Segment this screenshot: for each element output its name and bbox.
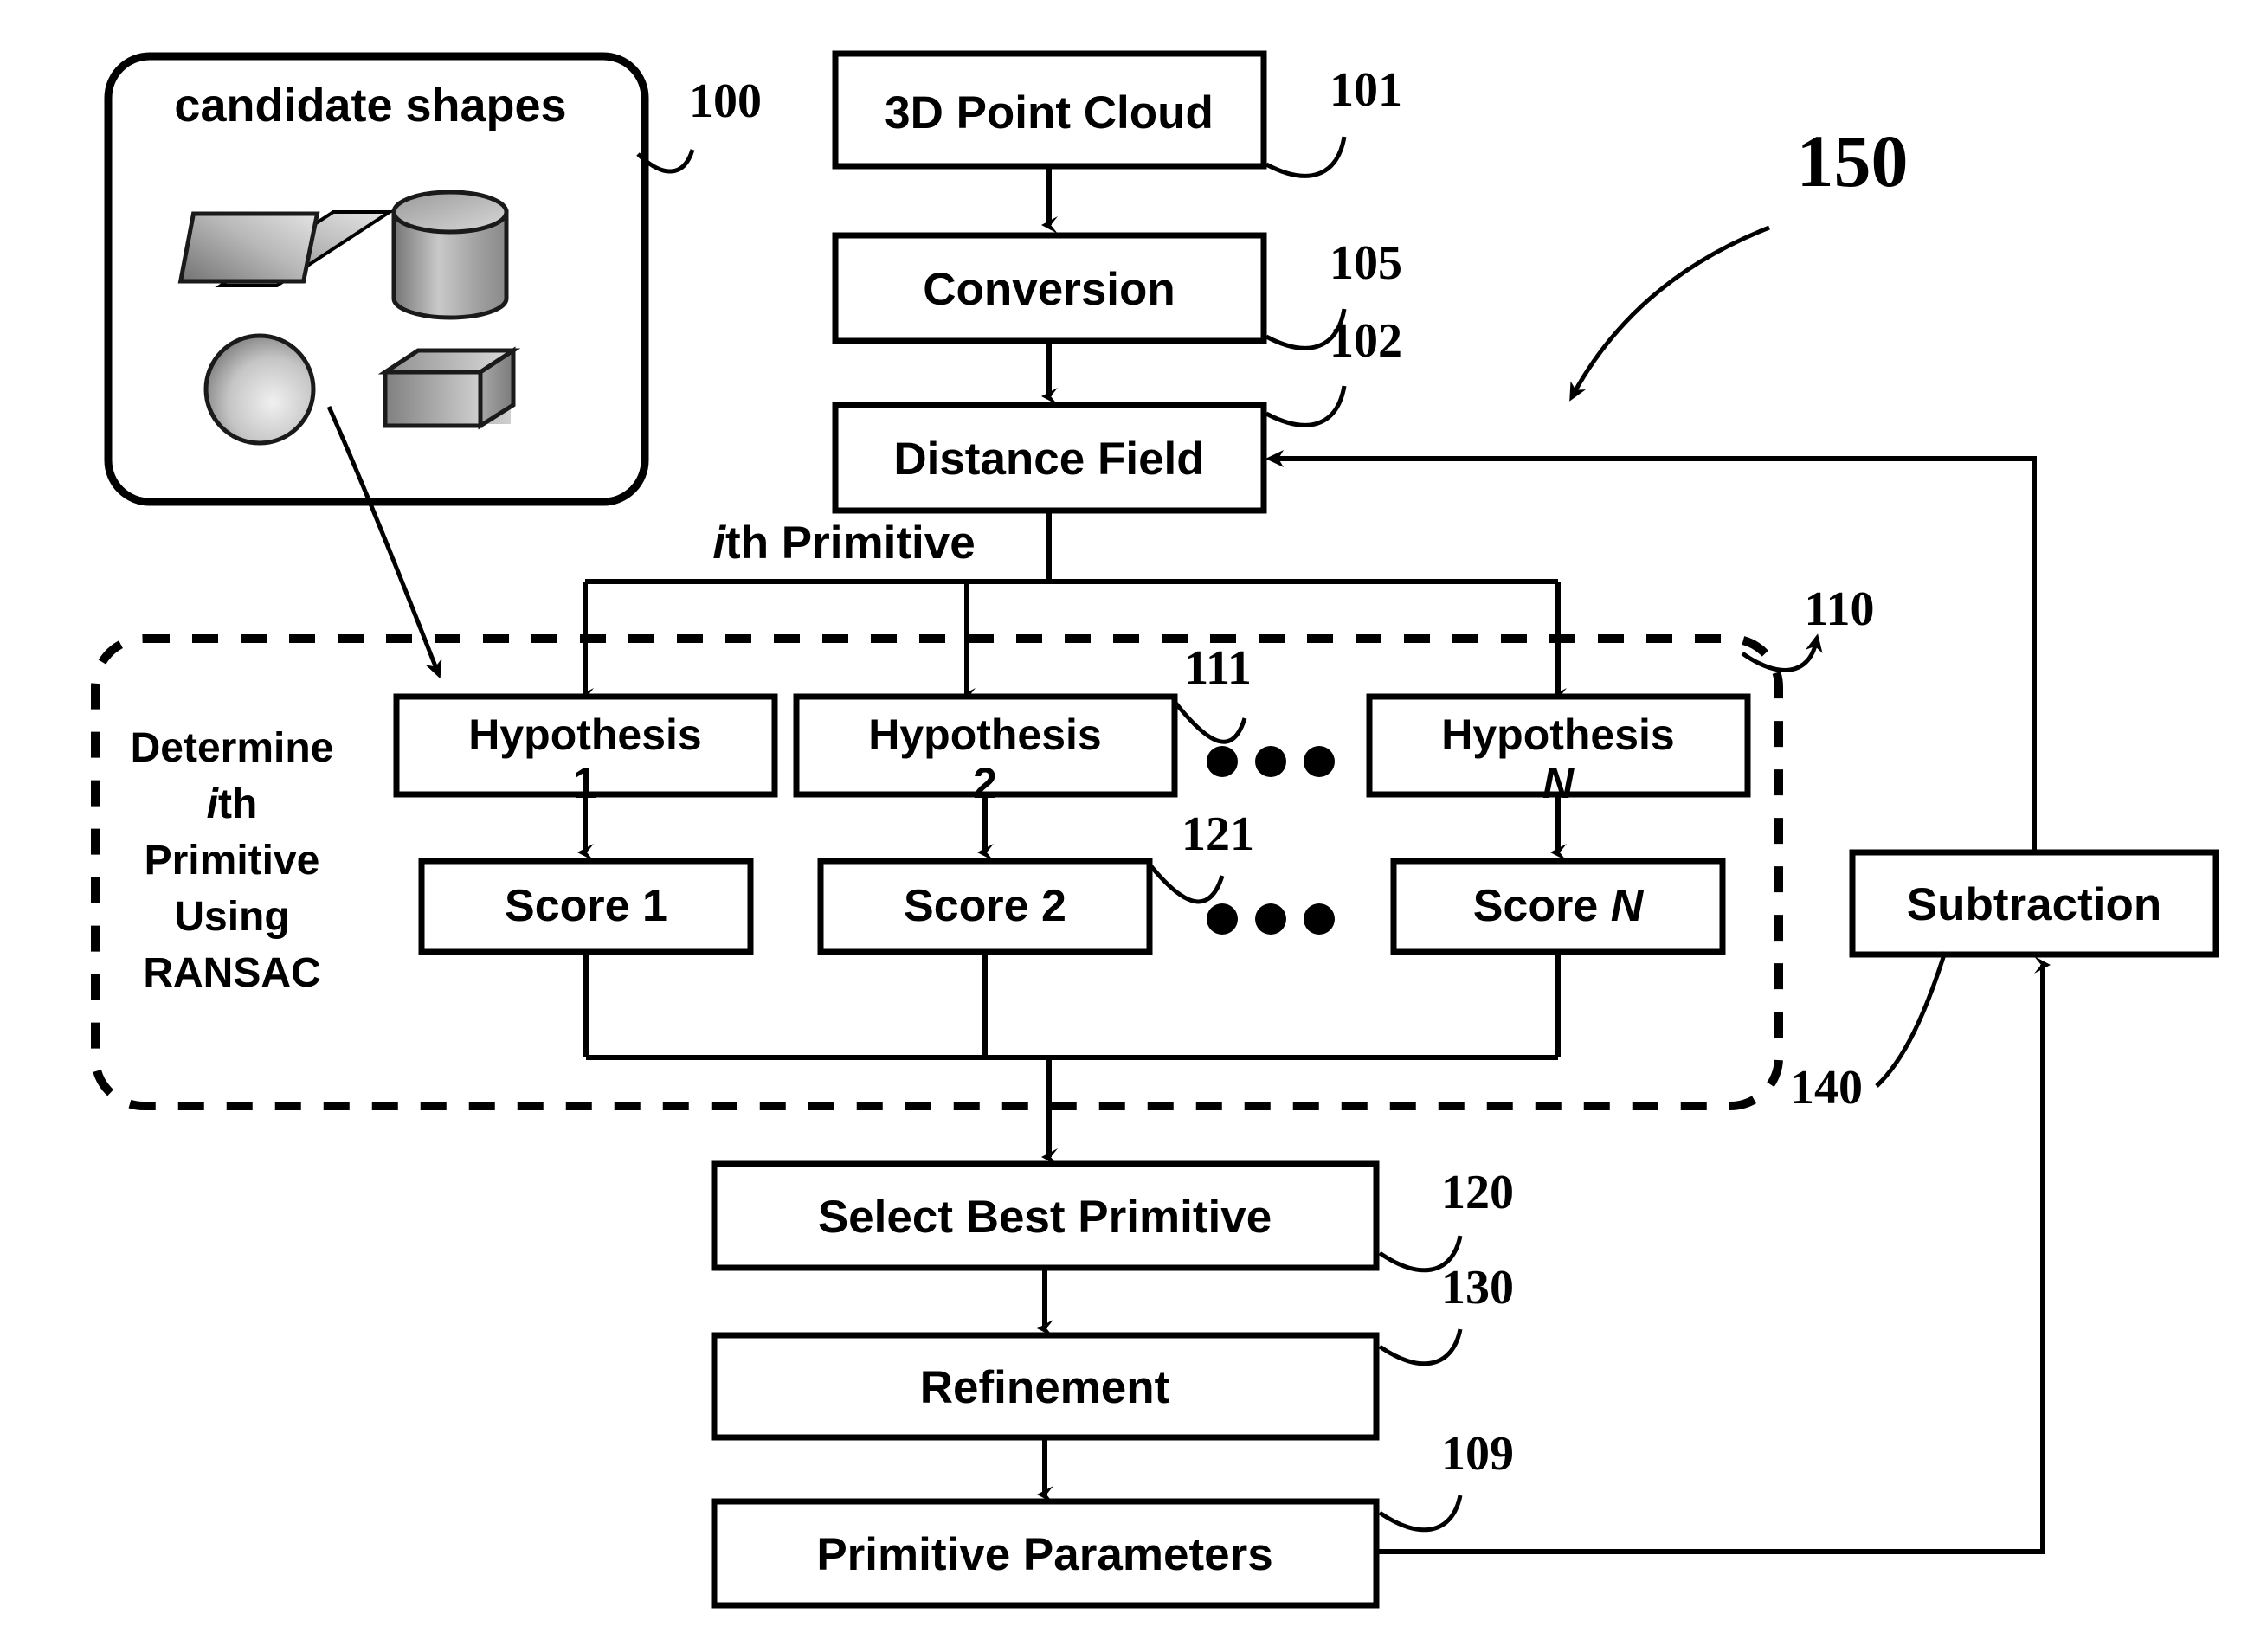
ransac-caption-line-2: Primitive (145, 838, 320, 884)
ref-121-leader (1149, 864, 1225, 904)
candidate-shapes-panel: candidate shapes 100 (104, 52, 762, 679)
system-callout-150: 150 (1569, 119, 1909, 402)
ref-100-label: 100 (689, 74, 762, 128)
refinement-label: Refinement (920, 1362, 1170, 1413)
ith-primitive-bus: ith Primitive (577, 513, 1567, 705)
hypothesis-n-label: Hypothesis (1441, 710, 1675, 759)
score-2-label: Score 2 (904, 881, 1066, 931)
node-refinement[interactable]: Refinement 130 (711, 1261, 1514, 1441)
primitive-parameters-label: Primitive Parameters (816, 1529, 1272, 1580)
hypothesis-ellipsis (1207, 746, 1335, 777)
node-point-cloud[interactable]: 3D Point Cloud 101 (832, 50, 1402, 178)
ref-120-label: 120 (1441, 1166, 1514, 1219)
ref-111-label: 111 (1184, 641, 1252, 695)
ransac-caption-line-0: Determine (131, 725, 334, 771)
ref-150-leader (1569, 225, 1770, 402)
node-score-2[interactable]: Score 2 121 (817, 807, 1254, 955)
node-hypothesis-2[interactable]: Hypothesis 2 111 (793, 641, 1252, 807)
ref-130-label: 130 (1441, 1261, 1514, 1315)
node-score-n[interactable]: Score N (1390, 858, 1726, 955)
ref-109-leader (1378, 1495, 1463, 1533)
ransac-caption: Determine ith Primitive Using RANSAC (131, 725, 334, 996)
node-hypothesis-1[interactable]: Hypothesis 1 (393, 693, 778, 807)
select-best-label: Select Best Primitive (818, 1192, 1272, 1243)
flowchart-svg: candidate shapes 100 150 3D Point Cloud … (91, 50, 2219, 1609)
ransac-caption-line-4: RANSAC (143, 950, 320, 996)
ref-101-label: 101 (1330, 63, 1402, 117)
hypothesis-2-label: Hypothesis (868, 710, 1102, 759)
score-ellipsis (1207, 903, 1335, 935)
figure-canvas: candidate shapes 100 150 3D Point Cloud … (0, 0, 2254, 1652)
ref-109-label: 109 (1441, 1427, 1514, 1481)
ref-101-leader (1265, 136, 1347, 178)
score-1-label: Score 1 (505, 881, 667, 931)
point-cloud-label: 3D Point Cloud (885, 87, 1214, 138)
node-select-best[interactable]: Select Best Primitive 120 (711, 1160, 1514, 1273)
subtraction-label: Subtraction (1907, 879, 2161, 930)
ref-102-leader (1265, 385, 1347, 427)
score-merge-bus (583, 955, 1561, 1166)
ransac-caption-line-1: ith (207, 781, 258, 827)
node-hypothesis-n[interactable]: Hypothesis N (1366, 693, 1751, 807)
ref-111-leader (1174, 701, 1247, 744)
ref-105-label: 105 (1330, 236, 1402, 290)
ref-140-label: 140 (1790, 1061, 1863, 1115)
candidate-shapes-title: candidate shapes (174, 80, 566, 132)
ref-140-leader (1875, 951, 1948, 1088)
distance-field-label: Distance Field (893, 434, 1204, 485)
ref-110-label: 110 (1805, 582, 1875, 636)
ith-primitive-edge-label: ith Primitive (712, 517, 975, 569)
ref-121-label: 121 (1182, 807, 1254, 861)
node-score-1[interactable]: Score 1 (418, 858, 754, 955)
node-subtraction[interactable]: Subtraction 140 (1790, 849, 2219, 1115)
node-primitive-parameters[interactable]: Primitive Parameters 109 (711, 1427, 1514, 1609)
shape-sphere (203, 333, 316, 446)
shape-cylinder (391, 190, 509, 320)
ref-102-label: 102 (1330, 314, 1402, 368)
score-n-label: Score N (1473, 881, 1645, 931)
node-conversion[interactable]: Conversion 105 (832, 232, 1402, 350)
conversion-label: Conversion (923, 264, 1175, 315)
ransac-caption-line-3: Using (174, 894, 289, 940)
ref-130-leader (1378, 1328, 1463, 1366)
shape-box (377, 346, 521, 430)
ref-150-label: 150 (1797, 119, 1909, 202)
hypothesis-1-label: Hypothesis (468, 710, 702, 759)
